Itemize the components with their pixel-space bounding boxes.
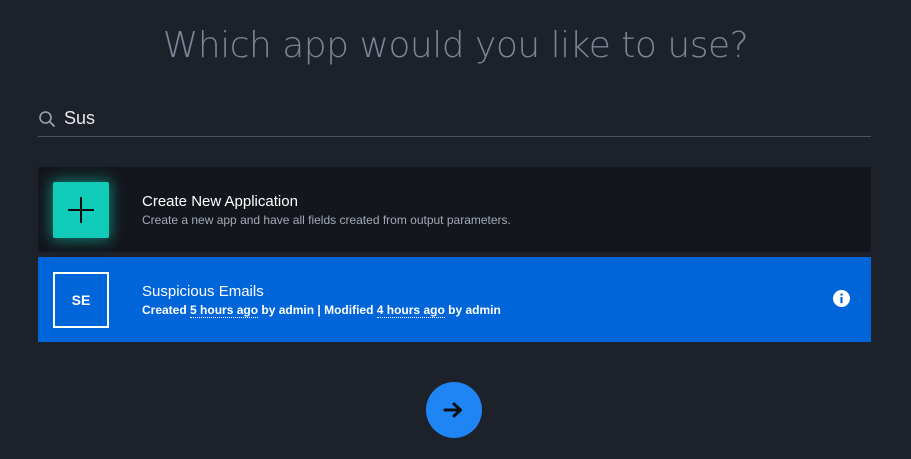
app-list: Create New Application Create a new app …: [38, 167, 871, 342]
modified-time: 4 hours ago: [376, 303, 445, 318]
created-by: by admin | Modified: [261, 303, 374, 317]
search-input[interactable]: [64, 108, 844, 129]
page-title: Which app would you like to use?: [162, 25, 749, 66]
plus-icon: [68, 197, 94, 223]
app-initials-avatar: SE: [53, 272, 109, 328]
search-icon: [39, 110, 55, 127]
create-new-application-item[interactable]: Create New Application Create a new app …: [38, 167, 871, 252]
create-app-text: Create New Application Create a new app …: [142, 193, 511, 229]
modified-by: by admin: [448, 303, 501, 317]
created-label: Created: [142, 303, 187, 317]
create-app-title: Create New Application: [142, 193, 298, 210]
app-item-suspicious-emails[interactable]: SE Suspicious Emails Created 5 hours ago…: [38, 257, 871, 342]
next-button[interactable]: [426, 382, 482, 438]
app-text: Suspicious Emails Created 5 hours ago by…: [142, 283, 501, 319]
app-title: Suspicious Emails: [142, 283, 264, 300]
info-icon[interactable]: [833, 290, 850, 307]
search-bar[interactable]: [38, 104, 871, 137]
created-time: 5 hours ago: [190, 303, 259, 318]
create-app-tile: [53, 182, 109, 238]
create-app-subtitle: Create a new app and have all fields cre…: [142, 213, 511, 227]
arrow-right-icon: [443, 402, 462, 418]
app-meta: Created 5 hours ago by admin | Modified …: [142, 301, 501, 319]
